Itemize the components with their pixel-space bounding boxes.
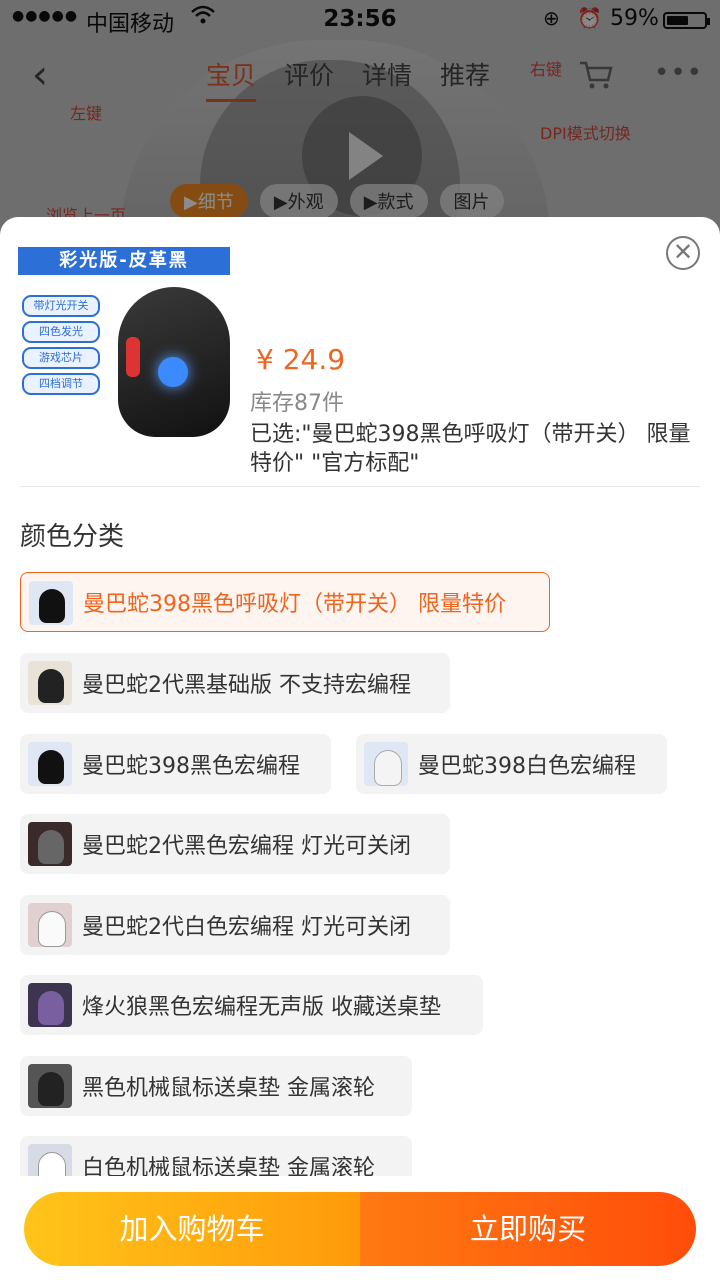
action-bar: 加入购物车 立即购买 bbox=[24, 1192, 696, 1266]
option-chip[interactable]: 曼巴蛇398黑色宏编程 bbox=[20, 734, 331, 794]
price: ¥ 24.9 bbox=[256, 343, 346, 376]
feature-chip: 四色发光 bbox=[22, 321, 100, 343]
option-thumbnail bbox=[28, 742, 72, 786]
option-label: 烽火狼黑色宏编程无声版 收藏送桌垫 bbox=[82, 995, 441, 1020]
add-to-cart-button[interactable]: 加入购物车 bbox=[24, 1192, 360, 1266]
divider bbox=[20, 486, 700, 487]
option-label: 曼巴蛇2代黑色宏编程 灯光可关闭 bbox=[82, 834, 411, 859]
option-chip[interactable]: 白色机械鼠标送桌垫 金属滚轮 bbox=[20, 1136, 412, 1176]
option-chip[interactable]: 曼巴蛇2代白色宏编程 灯光可关闭 bbox=[20, 895, 450, 955]
product-image-banner: 彩光版-皮革黑 bbox=[18, 247, 230, 275]
color-options: 曼巴蛇398黑色呼吸灯（带开关） 限量特价 曼巴蛇2代黑基础版 不支持宏编程 曼… bbox=[0, 572, 720, 1176]
section-title-color: 颜色分类 bbox=[20, 522, 125, 552]
option-chip-selected[interactable]: 曼巴蛇398黑色呼吸灯（带开关） 限量特价 bbox=[20, 572, 550, 632]
option-label: 曼巴蛇2代白色宏编程 灯光可关闭 bbox=[82, 915, 411, 940]
option-chip[interactable]: 曼巴蛇2代黑色宏编程 灯光可关闭 bbox=[20, 814, 450, 874]
stock-count: 库存87件 bbox=[250, 391, 344, 416]
buy-now-button[interactable]: 立即购买 bbox=[360, 1192, 696, 1266]
close-button[interactable]: ✕ bbox=[666, 236, 700, 270]
selected-summary: 已选:"曼巴蛇398黑色呼吸灯（带开关） 限量特价" "官方标配" bbox=[250, 422, 691, 476]
option-label: 曼巴蛇398黑色宏编程 bbox=[82, 754, 300, 779]
option-thumbnail bbox=[28, 1064, 72, 1108]
option-thumbnail bbox=[28, 903, 72, 947]
option-thumbnail bbox=[28, 1144, 72, 1176]
option-label: 曼巴蛇398白色宏编程 bbox=[418, 754, 636, 779]
product-thumbnail: 彩光版-皮革黑 带灯光开关 四色发光 游戏芯片 四档调节 bbox=[18, 247, 230, 437]
option-thumbnail bbox=[28, 822, 72, 866]
option-chip[interactable]: 曼巴蛇2代黑基础版 不支持宏编程 bbox=[20, 653, 450, 713]
option-label: 白色机械鼠标送桌垫 金属滚轮 bbox=[82, 1156, 375, 1176]
option-label: 曼巴蛇2代黑基础版 不支持宏编程 bbox=[82, 673, 411, 698]
option-chip[interactable]: 曼巴蛇398白色宏编程 bbox=[356, 734, 667, 794]
option-chip[interactable]: 烽火狼黑色宏编程无声版 收藏送桌垫 bbox=[20, 975, 483, 1035]
option-chip[interactable]: 黑色机械鼠标送桌垫 金属滚轮 bbox=[20, 1056, 412, 1116]
option-thumbnail bbox=[28, 983, 72, 1027]
option-thumbnail bbox=[364, 742, 408, 786]
feature-chip: 带灯光开关 bbox=[22, 295, 100, 317]
feature-chip: 游戏芯片 bbox=[22, 347, 100, 369]
mouse-image bbox=[118, 287, 230, 437]
option-thumbnail bbox=[29, 581, 73, 625]
feature-chip: 四档调节 bbox=[22, 373, 100, 395]
option-label: 黑色机械鼠标送桌垫 金属滚轮 bbox=[82, 1076, 375, 1101]
option-thumbnail bbox=[28, 661, 72, 705]
option-label: 曼巴蛇398黑色呼吸灯（带开关） 限量特价 bbox=[83, 592, 506, 617]
